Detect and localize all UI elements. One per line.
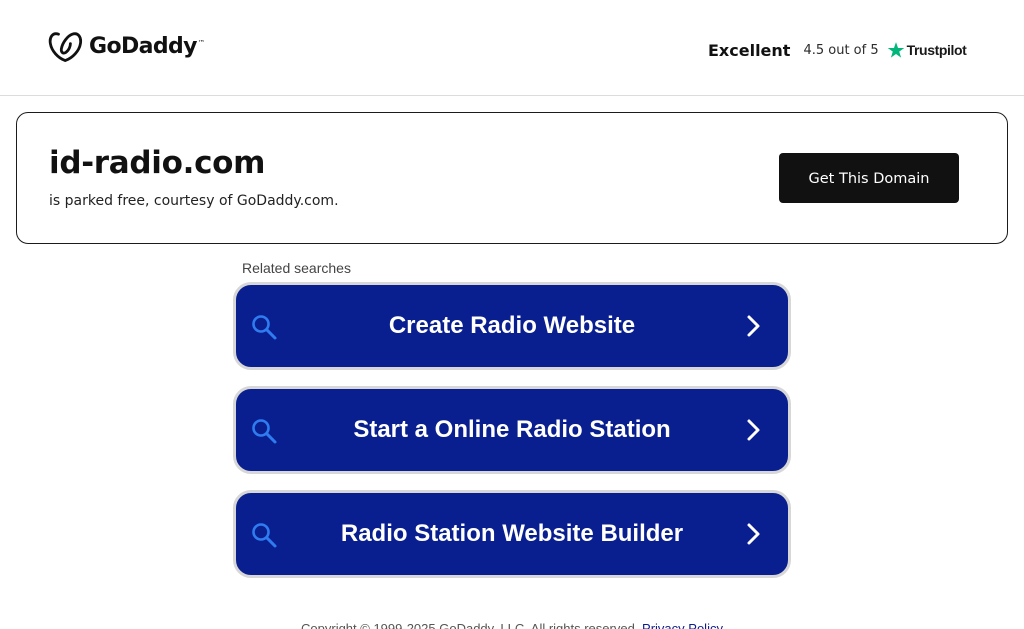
domain-card: id-radio.com is parked free, courtesy of… xyxy=(16,112,1008,244)
site-header: GoDaddy ™ Excellent 4.5 out of 5 Trustpi… xyxy=(0,0,1024,96)
copyright-text: Copyright © 1999-2025 GoDaddy, LLC. All … xyxy=(301,621,639,629)
related-search-item[interactable]: Start a Online Radio Station xyxy=(233,386,791,474)
godaddy-logo[interactable]: GoDaddy ™ xyxy=(48,31,205,63)
related-search-item[interactable]: Create Radio Website xyxy=(233,282,791,370)
related-search-label: Radio Station Website Builder xyxy=(340,520,684,547)
godaddy-logo-icon xyxy=(48,32,83,62)
related-searches-label: Related searches xyxy=(242,260,351,276)
chevron-right-icon xyxy=(747,419,760,441)
logo-wordmark: GoDaddy xyxy=(89,34,198,59)
related-search-label: Start a Online Radio Station xyxy=(353,416,671,443)
search-icon xyxy=(252,523,277,548)
related-search-item[interactable]: Radio Station Website Builder xyxy=(233,490,791,578)
site-footer: Copyright © 1999-2025 GoDaddy, LLC. All … xyxy=(0,620,1024,629)
related-search-list: Create Radio Website Start a Online Radi… xyxy=(233,282,791,594)
parked-message: is parked free, courtesy of GoDaddy.com. xyxy=(49,193,339,209)
trustpilot-brand: Trustpilot xyxy=(906,42,967,58)
chevron-right-icon xyxy=(747,315,760,337)
trust-score: 4.5 out of 5 xyxy=(803,42,879,58)
trustpilot-widget[interactable]: Excellent 4.5 out of 5 Trustpilot xyxy=(708,38,967,62)
domain-name: id-radio.com xyxy=(49,145,266,181)
chevron-right-icon xyxy=(747,523,760,545)
trust-rating-label: Excellent xyxy=(708,40,791,60)
logo-trademark: ™ xyxy=(197,39,205,47)
get-this-domain-button[interactable]: Get This Domain xyxy=(779,153,959,203)
related-search-label: Create Radio Website xyxy=(388,312,636,339)
search-icon xyxy=(252,315,277,340)
search-icon xyxy=(252,419,277,444)
footer-text: Copyright © 1999-2025 GoDaddy, LLC. All … xyxy=(0,620,1024,629)
trustpilot-star-icon xyxy=(887,42,904,58)
privacy-policy-link[interactable]: Privacy Policy xyxy=(642,621,723,629)
